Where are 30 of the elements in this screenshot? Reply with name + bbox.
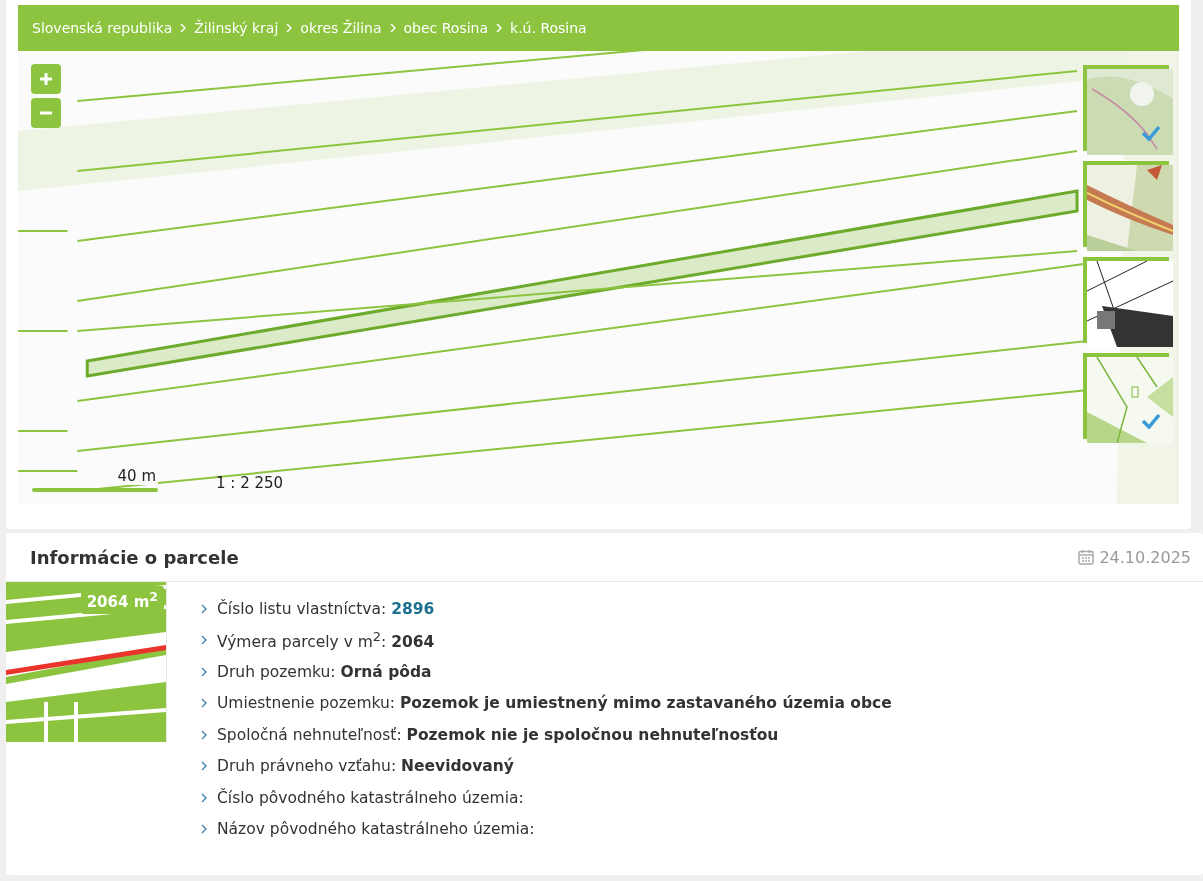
chevron-icon xyxy=(286,23,293,33)
chevron-icon xyxy=(389,23,396,33)
chevron-icon xyxy=(201,824,207,835)
info-text: Umiestnenie pozemku: Pozemok je umiestnený mimo zastavaného územia obce xyxy=(217,694,892,713)
breadcrumb-link[interactable]: Žilinský kraj xyxy=(194,20,279,36)
chevron-icon xyxy=(201,698,207,709)
chevron-icon xyxy=(201,792,207,803)
area-badge: 2064 m$^{2}$ xyxy=(80,586,164,614)
breadcrumb-link[interactable]: Slovenská republika xyxy=(32,20,173,36)
info-text: Názov pôvodného katastrálneho územia: xyxy=(217,820,535,839)
info-text: Druh právneho vzťahu: Neevidovaný xyxy=(217,757,514,776)
chevron-icon xyxy=(180,23,187,33)
breadcrumb-link[interactable]: obec Rosina xyxy=(403,20,489,36)
breadcrumb-link[interactable]: k.ú. Rosina xyxy=(510,20,587,36)
chevron-icon xyxy=(201,666,207,677)
chevron-icon xyxy=(201,603,207,614)
date-text: 24.10.2025 xyxy=(1099,547,1191,567)
info-text: Výmera parcely v m$^{2}$: 2064 xyxy=(217,629,435,652)
calendar-icon xyxy=(1078,549,1095,565)
info-text: Druh pozemku: Orná pôda xyxy=(217,662,432,681)
info-text: Spoločná nehnuteľnosť: Pozemok nie je spoločnou nehnuteľnosťou xyxy=(217,725,779,744)
breadcrumb-link[interactable]: okres Žilina xyxy=(300,20,382,36)
info-label: Číslo listu vlastníctva: xyxy=(217,599,387,618)
ownership-link[interactable]: 2896 xyxy=(391,599,435,618)
chevron-icon xyxy=(201,761,207,772)
section-title: Informácie o parcele xyxy=(30,546,239,568)
chevron-icon xyxy=(496,23,503,33)
chevron-icon xyxy=(201,635,207,646)
info-text: Číslo pôvodného katastrálneho územia: xyxy=(217,788,524,807)
chevron-icon xyxy=(201,729,207,740)
